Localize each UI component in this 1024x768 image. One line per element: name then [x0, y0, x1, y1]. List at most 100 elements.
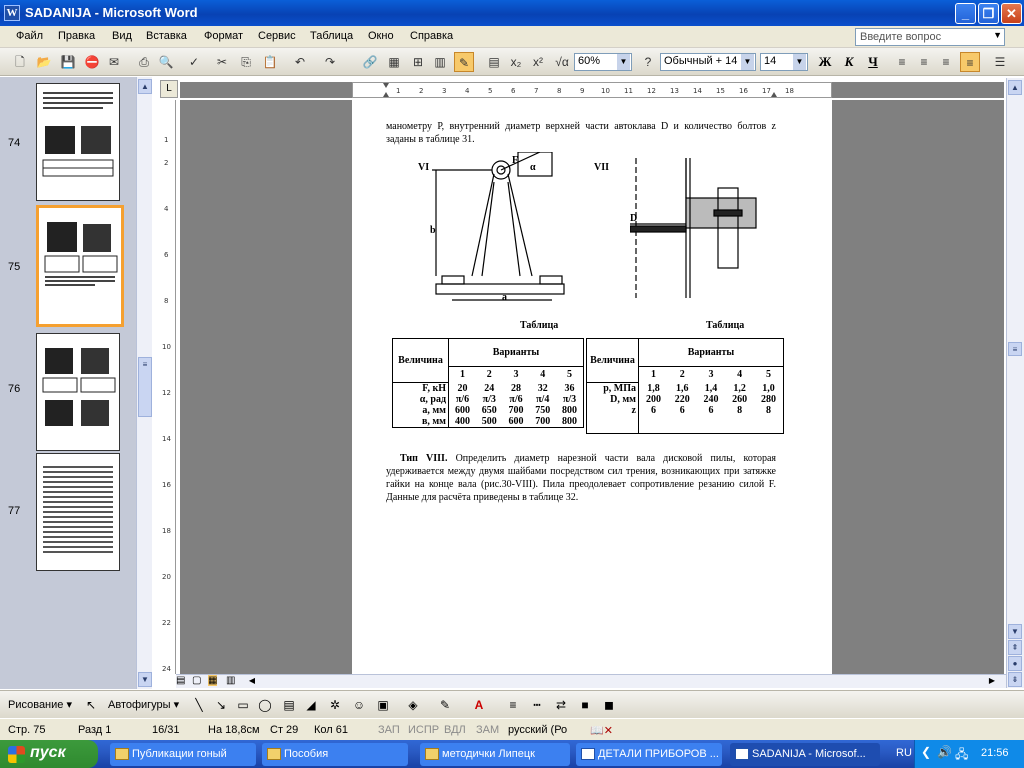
menu-table[interactable]: Таблица: [310, 30, 353, 42]
thumbnail-page[interactable]: [36, 83, 120, 201]
minimize-button[interactable]: _: [955, 3, 976, 24]
list-icon[interactable]: ☰: [990, 52, 1010, 72]
menu-insert[interactable]: Вставка: [146, 30, 187, 42]
thumbnail-page[interactable]: [36, 453, 120, 571]
close-button[interactable]: ✕: [1001, 3, 1022, 24]
scroll-up-icon[interactable]: ▲: [1008, 80, 1022, 95]
taskbar-item[interactable]: ДЕТАЛИ ПРИБОРОВ ...: [576, 743, 722, 766]
ask-question-input[interactable]: Введите вопрос ▼: [855, 28, 1005, 46]
spelling-icon[interactable]: ✓: [184, 52, 204, 72]
menu-help[interactable]: Справка: [410, 30, 453, 42]
document-page[interactable]: манометру Р, внутренний диаметр верхней …: [352, 100, 832, 674]
font-size-select[interactable]: 14 ▼: [760, 53, 808, 71]
line-style-icon[interactable]: ≡: [504, 696, 522, 714]
vertical-ruler[interactable]: 1 2 4 6 8 10 12 14 16 18 20 22 24: [160, 100, 176, 674]
scroll-thumb[interactable]: ≡: [1008, 342, 1022, 356]
print-layout-view-icon[interactable]: ▦: [208, 675, 218, 686]
arrow-style-icon[interactable]: ⇄: [552, 696, 570, 714]
equation-icon[interactable]: √α: [552, 52, 572, 72]
line-color-icon[interactable]: ✎: [436, 696, 454, 714]
dash-style-icon[interactable]: ┅: [528, 696, 546, 714]
reading-view-icon[interactable]: ▥: [226, 675, 235, 686]
wordart-icon[interactable]: ◢: [302, 696, 320, 714]
insert-table-icon[interactable]: ⊞: [408, 52, 428, 72]
menu-view[interactable]: Вид: [112, 30, 132, 42]
chevron-down-icon[interactable]: ▼: [617, 54, 630, 70]
normal-view-icon[interactable]: ▤: [176, 675, 185, 686]
superscript-icon[interactable]: x²: [528, 52, 548, 72]
tab-selector[interactable]: L: [160, 80, 178, 98]
autoshapes-menu[interactable]: Автофигуры ▾: [108, 698, 179, 711]
menu-edit[interactable]: Правка: [58, 30, 95, 42]
justify-icon[interactable]: ≡: [960, 52, 980, 72]
style-select[interactable]: Обычный + 14 г ▼: [660, 53, 756, 71]
rectangle-icon[interactable]: ▭: [234, 696, 252, 714]
horizontal-scrollbar[interactable]: ▤ ▢ ▦ ▥ ◀ ▶: [176, 674, 1006, 688]
3d-icon[interactable]: ◼: [600, 696, 618, 714]
align-center-icon[interactable]: ≡: [914, 52, 934, 72]
taskbar-item[interactable]: Публикации гоный: [110, 743, 256, 766]
oval-icon[interactable]: ◯: [256, 696, 274, 714]
scroll-up-icon[interactable]: ▲: [138, 79, 152, 94]
right-indent-marker[interactable]: [771, 92, 777, 97]
font-color-icon[interactable]: A: [470, 696, 488, 714]
thumbnail-page-selected[interactable]: [36, 205, 124, 327]
subscript-icon[interactable]: x₂: [506, 52, 526, 72]
italic-button[interactable]: К: [840, 54, 858, 70]
diagram-icon[interactable]: ✲: [326, 696, 344, 714]
variants-table-right[interactable]: Величина Варианты 1 2 3 4 5 р, МПа 1,8 1,…: [586, 338, 784, 434]
thumbnails-scrollbar[interactable]: ▲ ≡ ▼: [136, 77, 152, 689]
save-icon[interactable]: 💾: [58, 52, 78, 72]
bold-button[interactable]: Ж: [816, 54, 834, 70]
tray-arrow-icon[interactable]: ❮: [921, 745, 931, 759]
hyperlink-icon[interactable]: 🔗: [360, 52, 380, 72]
status-track-changes[interactable]: ИСПР: [408, 724, 439, 736]
left-indent-marker[interactable]: [383, 92, 389, 97]
horizontal-ruler[interactable]: 1 2 3 4 5 6 7 8 9 10 11 12 13 14 15 16 1…: [180, 82, 1004, 98]
align-right-icon[interactable]: ≡: [936, 52, 956, 72]
textbox-icon[interactable]: ▤: [280, 696, 298, 714]
menu-window[interactable]: Окно: [368, 30, 394, 42]
taskbar-item[interactable]: Пособия: [262, 743, 408, 766]
picture-icon[interactable]: ▣: [374, 696, 392, 714]
web-view-icon[interactable]: ▢: [192, 675, 201, 686]
clipart-icon[interactable]: ☺: [350, 696, 368, 714]
drawing-icon[interactable]: ✎: [454, 52, 474, 72]
language-indicator[interactable]: RU: [896, 747, 912, 759]
network-icon[interactable]: 🖧: [955, 745, 968, 766]
print-preview-icon[interactable]: 🔍: [156, 52, 176, 72]
scroll-down-icon[interactable]: ▼: [1008, 624, 1022, 639]
menu-format[interactable]: Формат: [204, 30, 243, 42]
arrow-icon[interactable]: ↘: [212, 696, 230, 714]
next-page-icon[interactable]: ⇟: [1008, 672, 1022, 687]
read-icon[interactable]: ?: [638, 52, 658, 72]
status-record[interactable]: ЗАП: [378, 724, 400, 736]
columns-icon[interactable]: ▥: [430, 52, 450, 72]
chevron-down-icon[interactable]: ▼: [793, 54, 806, 70]
taskbar-item[interactable]: методички Липецк: [420, 743, 570, 766]
scroll-left-icon[interactable]: ◀: [246, 676, 258, 687]
paragraph-top[interactable]: манометру Р, внутренний диаметр верхней …: [386, 120, 776, 146]
previous-page-icon[interactable]: ⇞: [1008, 640, 1022, 655]
menu-tools[interactable]: Сервис: [258, 30, 296, 42]
first-line-indent-marker[interactable]: [383, 83, 389, 88]
underline-button[interactable]: Ч: [864, 54, 882, 70]
select-pointer-icon[interactable]: ↖: [82, 696, 100, 714]
shadow-icon[interactable]: ■: [576, 696, 594, 714]
document-map-icon[interactable]: ▤: [484, 52, 504, 72]
align-left-icon[interactable]: ≡: [892, 52, 912, 72]
permission-icon[interactable]: ⛔: [82, 52, 102, 72]
open-folder-icon[interactable]: 📂: [34, 52, 54, 72]
status-language[interactable]: русский (Ро: [508, 724, 567, 736]
tables-borders-icon[interactable]: ▦: [384, 52, 404, 72]
email-icon[interactable]: ✉: [104, 52, 124, 72]
variants-table-left[interactable]: Величина Варианты 1 2 3 4 5 F, кН 20 24 28…: [392, 338, 584, 428]
taskbar-item-active[interactable]: SADANIJA - Microsof...: [730, 743, 880, 766]
menu-file[interactable]: Файл: [16, 30, 43, 42]
paragraph-type-viii[interactable]: Тип VIII. Определить диаметр нарезной ча…: [386, 452, 776, 504]
status-overtype[interactable]: ЗАМ: [476, 724, 499, 736]
zoom-select[interactable]: 60% ▼: [574, 53, 632, 71]
fill-color-icon[interactable]: ◈: [404, 696, 422, 714]
scroll-down-icon[interactable]: ▼: [138, 672, 152, 687]
thumbnail-page[interactable]: [36, 333, 120, 451]
